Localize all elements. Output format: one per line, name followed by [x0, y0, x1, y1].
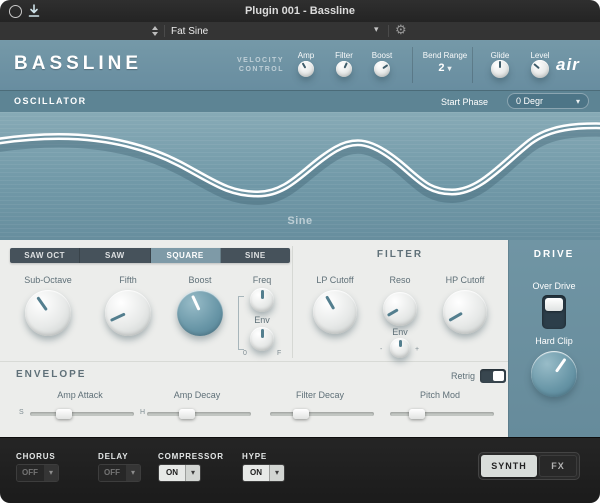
filter-env-max-label: + — [415, 346, 419, 353]
slider-handle[interactable] — [56, 409, 72, 419]
osc-env-min-label: 0 — [243, 350, 247, 357]
oscillator-title: OSCILLATOR — [14, 96, 87, 106]
chevron-down-icon: ▾ — [576, 97, 580, 106]
overdrive-switch[interactable] — [542, 295, 566, 329]
amp-attack-max-label: H — [140, 409, 145, 416]
slider-handle[interactable] — [409, 409, 425, 419]
filter-env-min-label: - — [380, 346, 382, 353]
bend-range-label: Bend Range — [405, 51, 485, 60]
waveform-tabs: SAW OCT SAW SQUARE SINE — [10, 248, 290, 263]
chevron-down-icon[interactable]: ▾ — [185, 465, 200, 481]
bassline-logo: BASSLINE — [14, 53, 142, 75]
tab-sine[interactable]: SINE — [221, 248, 290, 263]
air-logo: air — [556, 55, 580, 75]
osc-env-knob[interactable] — [250, 327, 274, 351]
osc-env-label: Env — [212, 315, 312, 325]
switch-thumb — [545, 298, 563, 311]
freq-knob[interactable] — [250, 288, 274, 312]
amp-attack-min-label: S — [19, 409, 24, 416]
hype-toggle[interactable]: ON ▾ — [242, 464, 285, 482]
toggle-thumb — [493, 371, 504, 381]
velocity-boost-knob[interactable] — [374, 61, 390, 77]
start-phase-label: Start Phase — [441, 97, 488, 107]
chevron-down-icon[interactable]: ▾ — [125, 465, 140, 481]
delay-toggle[interactable]: OFF ▾ — [98, 464, 141, 482]
fx-view-button[interactable]: FX — [539, 455, 577, 477]
amp-attack-label: Amp Attack — [30, 390, 130, 400]
filter-decay-slider[interactable] — [270, 412, 374, 416]
overdrive-label: Over Drive — [508, 281, 600, 291]
preset-down-icon[interactable] — [152, 32, 158, 36]
divider — [164, 25, 165, 37]
divider — [388, 25, 389, 37]
level-knob[interactable] — [531, 60, 549, 78]
drive-knob[interactable] — [531, 351, 577, 397]
tab-square[interactable]: SQUARE — [151, 248, 221, 263]
retrig-toggle[interactable] — [480, 369, 506, 383]
pitch-mod-label: Pitch Mod — [390, 390, 490, 400]
filter-knob[interactable] — [336, 61, 352, 77]
divider — [0, 361, 508, 362]
osc-boost-knob[interactable] — [177, 290, 223, 336]
tab-saw-oct[interactable]: SAW OCT — [10, 248, 80, 263]
glide-knob[interactable] — [491, 60, 509, 78]
reso-knob[interactable] — [383, 292, 417, 326]
filter-env-label: Env — [350, 327, 450, 337]
osc-env-max-label: F — [277, 350, 281, 357]
retrig-label: Retrig — [375, 371, 475, 381]
amp-decay-label: Amp Decay — [147, 390, 247, 400]
preset-selector[interactable]: Fat Sine — [171, 26, 208, 37]
slider-handle[interactable] — [179, 409, 195, 419]
pitch-mod-slider[interactable] — [390, 412, 494, 416]
divider — [292, 246, 293, 358]
amp-attack-slider[interactable] — [30, 412, 134, 416]
filter-title: FILTER — [360, 249, 440, 260]
view-switcher: SYNTH FX — [478, 452, 580, 480]
chevron-down-icon: ▾ — [448, 64, 452, 73]
wave-name-label: Sine — [0, 215, 600, 227]
compressor-toggle[interactable]: ON ▾ — [158, 464, 201, 482]
hype-label: HYPE — [242, 452, 267, 461]
chevron-down-icon[interactable]: ▾ — [269, 465, 284, 481]
chevron-down-icon[interactable]: ▾ — [43, 465, 58, 481]
preset-up-icon[interactable] — [152, 26, 158, 30]
compressor-label: COMPRESSOR — [158, 452, 224, 461]
bend-range-select[interactable]: 2 ▾ — [424, 62, 466, 74]
hardclip-label: Hard Clip — [508, 336, 600, 346]
window-title: Plugin 001 - Bassline — [0, 5, 600, 17]
preset-bar — [0, 22, 600, 41]
gear-icon[interactable]: ⚙ — [395, 23, 407, 37]
filter-decay-label: Filter Decay — [270, 390, 370, 400]
start-phase-select[interactable]: 0 Degr ▾ — [507, 93, 589, 109]
tab-saw[interactable]: SAW — [80, 248, 150, 263]
delay-label: DELAY — [98, 452, 128, 461]
amp-knob[interactable] — [298, 61, 314, 77]
slider-handle[interactable] — [293, 409, 309, 419]
amp-decay-slider[interactable] — [147, 412, 251, 416]
drive-title: DRIVE — [508, 249, 600, 260]
hp-cutoff-label: HP Cutoff — [415, 275, 515, 285]
chorus-label: CHORUS — [16, 452, 55, 461]
filter-env-knob[interactable] — [390, 338, 410, 358]
sub-octave-knob[interactable] — [25, 290, 71, 336]
bassline-plugin-window: Plugin 001 - Bassline Fat Sine ▾ ⚙ BASSL… — [0, 0, 600, 503]
envelope-title: ENVELOPE — [16, 369, 86, 380]
velocity-control-label: VELOCITY CONTROL — [222, 56, 284, 74]
synth-view-button[interactable]: SYNTH — [481, 455, 537, 477]
chevron-down-icon[interactable]: ▾ — [374, 24, 379, 35]
chorus-toggle[interactable]: OFF ▾ — [16, 464, 59, 482]
fifth-knob[interactable] — [105, 290, 151, 336]
divider — [472, 47, 473, 83]
